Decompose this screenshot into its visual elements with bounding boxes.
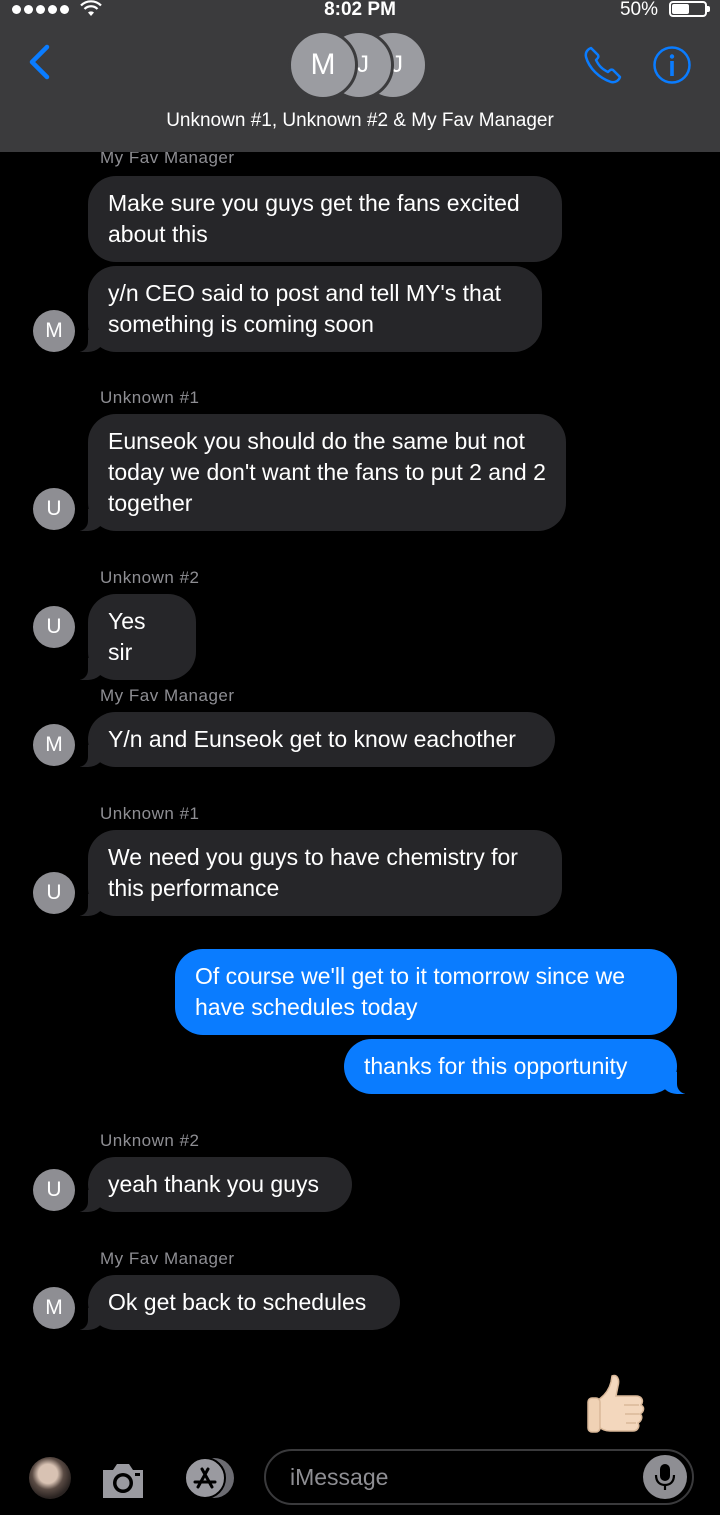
camera-icon[interactable] — [100, 1460, 146, 1500]
incoming-message[interactable]: y/n CEO said to post and tell MY's that … — [74, 266, 542, 352]
phone-icon[interactable] — [582, 44, 624, 86]
back-chevron-icon[interactable] — [20, 42, 60, 82]
incoming-message[interactable]: Ok get back to schedules — [74, 1275, 400, 1330]
app-store-icon[interactable] — [178, 1456, 238, 1500]
sender-label: Unknown #2 — [100, 568, 200, 587]
conversation-title[interactable]: Unknown #1, Unknown #2 & My Fav Manager — [0, 110, 720, 132]
info-icon[interactable] — [652, 45, 692, 85]
status-bar: 8:02 PM 50% — [0, 0, 720, 22]
incoming-message[interactable]: We need you guys to have chemistry for t… — [74, 830, 562, 916]
incoming-message[interactable]: Make sure you guys get the fans excited … — [88, 176, 562, 262]
group-avatar-1: M — [288, 30, 358, 100]
sender-avatar: M — [33, 1287, 75, 1329]
outgoing-message[interactable]: Of course we'll get to it tomorrow since… — [175, 949, 677, 1035]
sender-label: My Fav Manager — [100, 686, 235, 705]
microphone-icon[interactable] — [643, 1455, 687, 1499]
sender-avatar: U — [33, 488, 75, 530]
incoming-message[interactable]: Eunseok you should do the same but not t… — [74, 414, 566, 531]
thumbs-up-icon[interactable] — [584, 1370, 656, 1442]
incoming-message[interactable]: Yes sir — [74, 594, 196, 680]
battery-icon — [669, 1, 710, 17]
status-time: 8:02 PM — [324, 0, 396, 20]
sender-label: My Fav Manager — [100, 1249, 235, 1268]
conversation-header: 8:02 PM 50% J J M Unknown #1, Unknown #2… — [0, 0, 720, 152]
sender-avatar: U — [33, 606, 75, 648]
battery-percentage: 50% — [619, 0, 658, 20]
user-avatar[interactable] — [29, 1457, 71, 1499]
sender-avatar: U — [33, 1169, 75, 1211]
sender-avatar: M — [33, 724, 75, 766]
incoming-message[interactable]: Y/n and Eunseok get to know eachother — [74, 712, 555, 767]
message-input[interactable] — [264, 1449, 694, 1505]
sender-label: Unknown #1 — [100, 804, 200, 823]
compose-bar — [0, 1440, 720, 1515]
outgoing-message[interactable]: thanks for this opportunity — [344, 1039, 691, 1094]
sender-label: Unknown #2 — [100, 1131, 200, 1150]
sender-avatar: M — [33, 310, 75, 352]
incoming-message[interactable]: yeah thank you guys — [74, 1157, 352, 1212]
sender-label: Unknown #1 — [100, 388, 200, 407]
sender-avatar: U — [33, 872, 75, 914]
group-avatars[interactable]: J J M — [286, 24, 436, 100]
